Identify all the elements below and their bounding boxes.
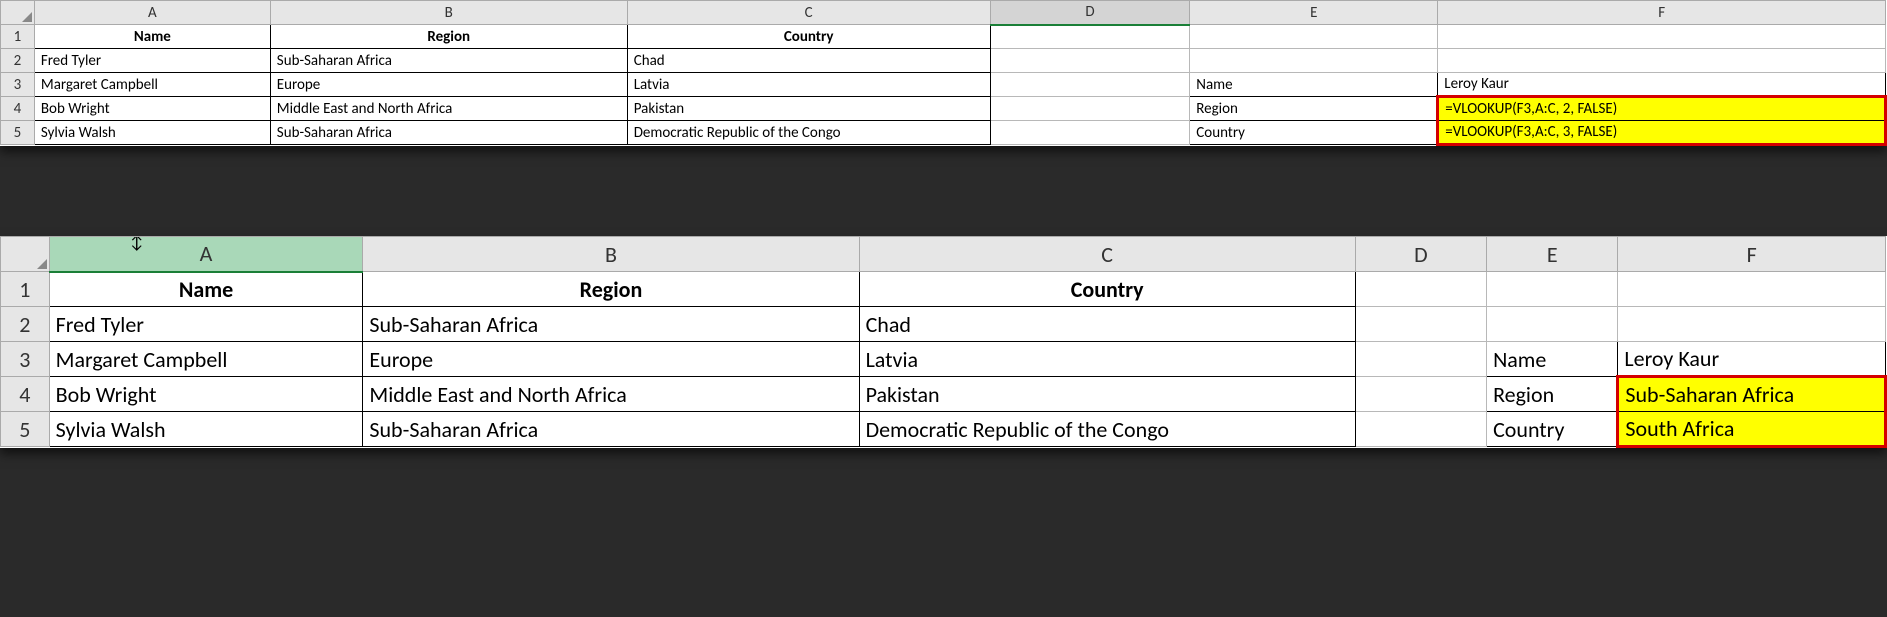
row-header-4[interactable]: 4 xyxy=(1,97,35,121)
cell-F3[interactable]: Leroy Kaur xyxy=(1618,342,1886,377)
col-header-E[interactable]: E xyxy=(1487,237,1618,272)
col-header-C[interactable]: C xyxy=(859,237,1355,272)
spreadsheet-2[interactable]: ↕ A B C D E F 1 Name Region Country 2 Fr… xyxy=(0,236,1887,448)
cell-A4[interactable]: Bob Wright xyxy=(49,377,363,412)
cell-B1[interactable]: Region xyxy=(270,25,627,49)
cell-C5[interactable]: Democratic Republic of the Congo xyxy=(859,412,1355,447)
resize-cursor-icon: ↕ xyxy=(130,237,144,254)
cell-C1[interactable]: Country xyxy=(627,25,990,49)
cell-C3[interactable]: Latvia xyxy=(627,73,990,97)
col-header-A[interactable]: A xyxy=(34,1,270,25)
cell-A2[interactable]: Fred Tyler xyxy=(49,307,363,342)
cell-A2[interactable]: Fred Tyler xyxy=(34,49,270,73)
cell-D3[interactable] xyxy=(990,73,1190,97)
cell-C5[interactable]: Democratic Republic of the Congo xyxy=(627,121,990,145)
select-all-corner[interactable] xyxy=(1,237,50,272)
cell-D1[interactable] xyxy=(990,25,1190,49)
cell-F4[interactable]: Sub-Saharan Africa xyxy=(1618,377,1886,412)
cell-E2[interactable] xyxy=(1190,49,1438,73)
col-header-F[interactable]: F xyxy=(1618,237,1886,272)
cell-E5[interactable]: Country xyxy=(1190,121,1438,145)
cell-C1[interactable]: Country xyxy=(859,272,1355,307)
col-header-A[interactable]: ↕ A xyxy=(49,237,363,272)
col-header-F[interactable]: F xyxy=(1438,1,1886,25)
row-header-5[interactable]: 5 xyxy=(1,412,50,447)
cell-D2[interactable] xyxy=(1355,307,1486,342)
cell-D4[interactable] xyxy=(990,97,1190,121)
cell-C2[interactable]: Chad xyxy=(859,307,1355,342)
cell-E3[interactable]: Name xyxy=(1487,342,1618,377)
cell-A1[interactable]: Name xyxy=(34,25,270,49)
cell-D5[interactable] xyxy=(1355,412,1486,447)
col-header-B[interactable]: B xyxy=(363,237,859,272)
row-header-2[interactable]: 2 xyxy=(1,307,50,342)
col-header-label: A xyxy=(200,240,213,267)
cell-B2[interactable]: Sub-Saharan Africa xyxy=(363,307,859,342)
cell-A5[interactable]: Sylvia Walsh xyxy=(34,121,270,145)
cell-A4[interactable]: Bob Wright xyxy=(34,97,270,121)
col-header-B[interactable]: B xyxy=(270,1,627,25)
row-header-4[interactable]: 4 xyxy=(1,377,50,412)
col-header-C[interactable]: C xyxy=(627,1,990,25)
spreadsheet-1[interactable]: A B C D E F 1 Name Region Country 2 Fred… xyxy=(0,0,1887,146)
cell-E4[interactable]: Region xyxy=(1487,377,1618,412)
cell-E1[interactable] xyxy=(1190,25,1438,49)
cell-F3[interactable]: Leroy Kaur xyxy=(1438,73,1886,97)
cell-E2[interactable] xyxy=(1487,307,1618,342)
cell-D3[interactable] xyxy=(1355,342,1486,377)
cell-B3[interactable]: Europe xyxy=(270,73,627,97)
cell-F2[interactable] xyxy=(1618,307,1886,342)
cell-B1[interactable]: Region xyxy=(363,272,859,307)
cell-B5[interactable]: Sub-Saharan Africa xyxy=(270,121,627,145)
cell-B2[interactable]: Sub-Saharan Africa xyxy=(270,49,627,73)
row-header-1[interactable]: 1 xyxy=(1,272,50,307)
cell-E3[interactable]: Name xyxy=(1190,73,1438,97)
cell-F5[interactable]: South Africa xyxy=(1618,412,1886,447)
row-header-1[interactable]: 1 xyxy=(1,25,35,49)
select-all-corner[interactable] xyxy=(1,1,35,25)
cell-D2[interactable] xyxy=(990,49,1190,73)
row-header-3[interactable]: 3 xyxy=(1,73,35,97)
row-header-5[interactable]: 5 xyxy=(1,121,35,145)
cell-A3[interactable]: Margaret Campbell xyxy=(49,342,363,377)
cell-A5[interactable]: Sylvia Walsh xyxy=(49,412,363,447)
cell-E1[interactable] xyxy=(1487,272,1618,307)
cell-D1[interactable] xyxy=(1355,272,1486,307)
cell-F2[interactable] xyxy=(1438,49,1886,73)
col-header-E[interactable]: E xyxy=(1190,1,1438,25)
cell-F4[interactable]: =VLOOKUP(F3,A:C, 2, FALSE) xyxy=(1438,97,1886,121)
cell-F1[interactable] xyxy=(1618,272,1886,307)
cell-E4[interactable]: Region xyxy=(1190,97,1438,121)
cell-C4[interactable]: Pakistan xyxy=(627,97,990,121)
col-header-D[interactable]: D xyxy=(1355,237,1486,272)
cell-C4[interactable]: Pakistan xyxy=(859,377,1355,412)
row-header-2[interactable]: 2 xyxy=(1,49,35,73)
row-header-3[interactable]: 3 xyxy=(1,342,50,377)
cell-B5[interactable]: Sub-Saharan Africa xyxy=(363,412,859,447)
cell-E5[interactable]: Country xyxy=(1487,412,1618,447)
cell-A3[interactable]: Margaret Campbell xyxy=(34,73,270,97)
cell-D5[interactable] xyxy=(990,121,1190,145)
cell-F1[interactable] xyxy=(1438,25,1886,49)
cell-B3[interactable]: Europe xyxy=(363,342,859,377)
cell-D4[interactable] xyxy=(1355,377,1486,412)
cell-F5[interactable]: =VLOOKUP(F3,A:C, 3, FALSE) xyxy=(1438,121,1886,145)
cell-C2[interactable]: Chad xyxy=(627,49,990,73)
cell-B4[interactable]: Middle East and North Africa xyxy=(270,97,627,121)
col-header-D[interactable]: D xyxy=(990,1,1190,25)
cell-C3[interactable]: Latvia xyxy=(859,342,1355,377)
cell-A1[interactable]: Name xyxy=(49,272,363,307)
cell-B4[interactable]: Middle East and North Africa xyxy=(363,377,859,412)
